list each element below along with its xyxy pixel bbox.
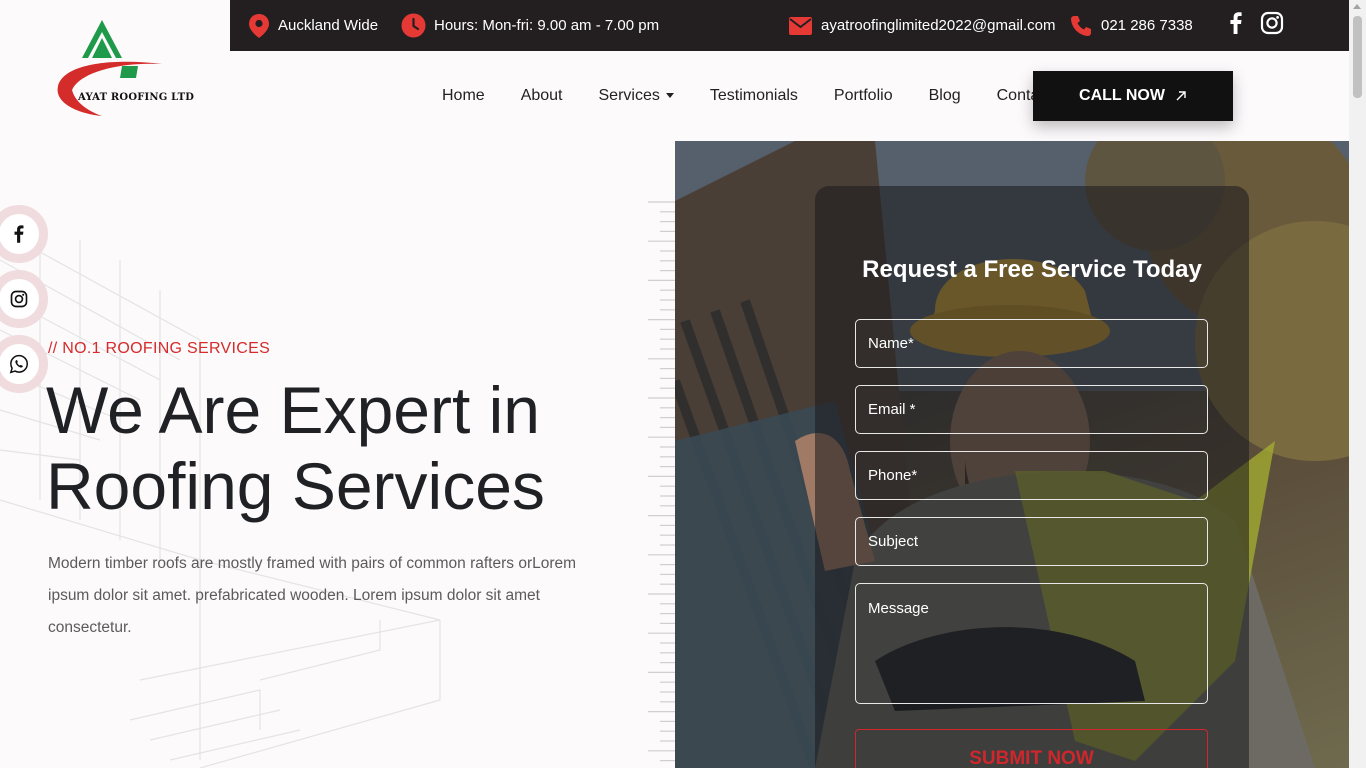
nav-blog[interactable]: Blog — [929, 87, 961, 105]
site-logo[interactable]: AYAT ROOFING LTD — [50, 18, 194, 122]
logo-mark-icon — [57, 20, 162, 116]
email-input[interactable]: Email * — [855, 385, 1208, 434]
hero-kicker: // NO.1 ROOFING SERVICES — [48, 340, 271, 357]
page-scrollbar[interactable] — [1349, 0, 1366, 768]
scroll-thumb[interactable] — [1353, 16, 1362, 98]
phone-input[interactable]: Phone* — [855, 451, 1208, 500]
mail-icon — [789, 16, 812, 35]
phone-info[interactable]: 021 286 7338 — [1069, 0, 1193, 51]
hero-description: Modern timber roofs are mostly framed wi… — [48, 555, 577, 636]
nav-about[interactable]: About — [521, 87, 563, 105]
hero-title-line2: Roofing Services — [46, 449, 545, 523]
call-now-label: CALL NOW — [1079, 87, 1165, 104]
topbar-social — [1226, 11, 1284, 35]
phone-link[interactable]: 021 286 7338 — [1101, 17, 1193, 34]
arrow-up-right-icon — [1176, 91, 1186, 101]
name-input[interactable]: Name* — [855, 319, 1208, 368]
submit-button[interactable]: SUBMIT NOW — [855, 729, 1208, 768]
scroll-up-icon[interactable] — [1353, 4, 1361, 9]
call-now-button[interactable]: CALL NOW — [1033, 71, 1233, 121]
instagram-icon[interactable] — [1260, 11, 1284, 35]
location-text: Auckland Wide — [278, 17, 379, 34]
hero-title: We Are Expert in Roofing Services — [46, 372, 586, 524]
clock-icon — [401, 13, 426, 38]
form-title: Request a Free Service Today — [862, 256, 1202, 283]
location-info: Auckland Wide — [248, 0, 378, 51]
nav-home[interactable]: Home — [442, 87, 485, 105]
location-pin-icon — [249, 13, 269, 38]
top-info-bar: Auckland Wide Hours: Mon-fri: 9.00 am - … — [230, 0, 1349, 51]
nav-portfolio[interactable]: Portfolio — [834, 87, 893, 105]
nav-services[interactable]: Services — [599, 87, 674, 105]
nav-services-label: Services — [598, 87, 660, 104]
facebook-icon — [14, 225, 24, 243]
main-nav: Home About Services Testimonials Portfol… — [424, 71, 1070, 121]
logo-text: AYAT ROOFING LTD — [78, 92, 195, 103]
subject-input[interactable]: Subject — [855, 517, 1208, 566]
chevron-down-icon — [665, 93, 674, 99]
email-link[interactable]: ayatroofinglimited2022@gmail.com — [821, 17, 1056, 34]
hours-text: Hours: Mon-fri: 9.00 am - 7.00 pm — [434, 17, 660, 34]
instagram-icon — [10, 290, 28, 308]
hours-info: Hours: Mon-fri: 9.00 am - 7.00 pm — [401, 0, 659, 51]
decorative-ruler — [648, 201, 676, 762]
facebook-icon[interactable] — [1226, 11, 1246, 35]
email-info[interactable]: ayatroofinglimited2022@gmail.com — [788, 0, 1056, 51]
message-textarea[interactable]: Message — [855, 583, 1208, 704]
nav-testimonials[interactable]: Testimonials — [710, 87, 798, 105]
hero-title-line1: We Are Expert in — [46, 373, 541, 447]
phone-icon — [1071, 15, 1091, 36]
whatsapp-icon — [9, 354, 29, 374]
